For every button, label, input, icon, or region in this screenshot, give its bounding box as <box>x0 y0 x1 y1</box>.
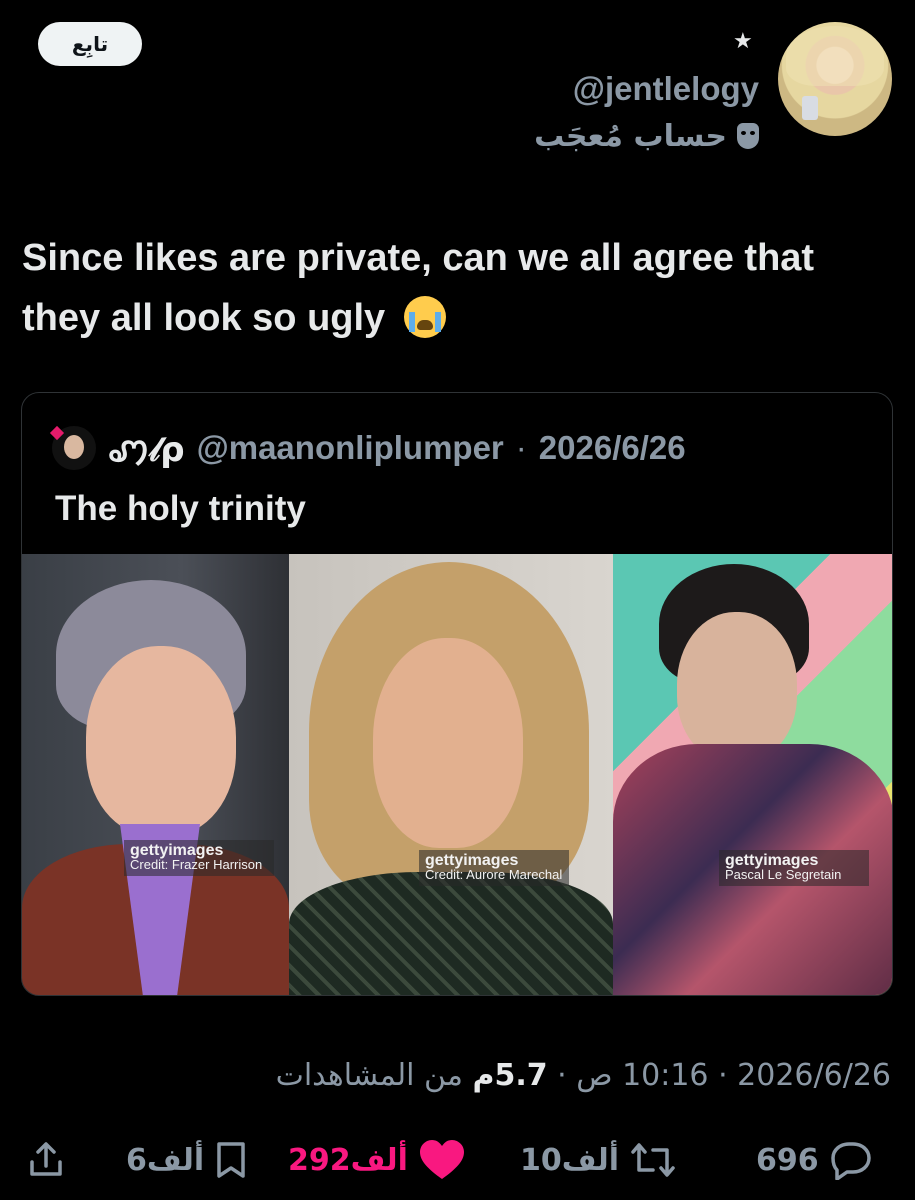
avatar-hair <box>786 26 884 86</box>
reply-icon <box>830 1142 871 1180</box>
quoted-display-name: ꩇ𝓁ρ <box>108 430 185 470</box>
avatar-face <box>64 435 84 459</box>
avatar-phone <box>802 96 818 120</box>
author-avatar[interactable] <box>778 22 892 136</box>
star-icon: ★ <box>733 28 753 53</box>
meta-date: 2026/6/26 <box>737 1058 891 1093</box>
tweet-meta: 2026/6/26 · 10:16 ص · 5.7م من المشاهدات <box>276 1058 891 1093</box>
sparkle-icon <box>49 425 65 441</box>
quoted-tweet[interactable]: ꩇ𝓁ρ @maanonliplumper · 2026/6/26 The hol… <box>21 392 893 996</box>
watermark: gettyimages Credit: Frazer Harrison <box>124 840 274 876</box>
crying-face-emoji <box>403 296 446 338</box>
quoted-tweet-header: ꩇ𝓁ρ @maanonliplumper · 2026/6/26 <box>49 423 686 473</box>
like-count: 292ألف <box>288 1142 408 1178</box>
retweet-count: 10ألف <box>520 1142 620 1178</box>
watermark-credit: Credit: Frazer Harrison <box>130 857 263 872</box>
photo-2[interactable]: gettyimages Credit: Aurore Marechal <box>289 554 613 995</box>
face <box>86 646 236 836</box>
account-label: حساب مُعجَب <box>534 116 759 156</box>
share-button[interactable] <box>26 1130 66 1190</box>
quoted-handle: @maanonliplumper <box>196 429 504 466</box>
photo-1[interactable]: gettyimages Credit: Frazer Harrison <box>22 554 289 995</box>
views-count: 5.7م <box>472 1058 548 1093</box>
separator-dot: · <box>515 429 527 466</box>
watermark: gettyimages Credit: Aurore Marechal <box>419 850 569 886</box>
photo-grid[interactable]: gettyimages Credit: Frazer Harrison getty… <box>22 554 892 995</box>
account-label-text: حساب مُعجَب <box>534 118 727 154</box>
quoted-text: The holy trinity <box>55 489 306 528</box>
watermark: gettyimages Pascal Le Segretain <box>719 850 869 886</box>
reply-button[interactable]: 696 <box>756 1130 873 1190</box>
shirt <box>289 872 613 995</box>
like-button[interactable]: 292ألف <box>288 1130 466 1190</box>
bookmark-button[interactable]: 6ألف <box>126 1130 248 1190</box>
bookmark-count: 6ألف <box>126 1142 205 1178</box>
quoted-date: 2026/6/26 <box>538 429 686 466</box>
meta-separator: · <box>557 1058 567 1093</box>
watermark-credit: Pascal Le Segretain <box>725 867 842 882</box>
quoted-avatar[interactable] <box>49 425 96 470</box>
retweet-icon <box>631 1143 675 1177</box>
follow-button[interactable]: تابِع <box>38 22 142 66</box>
views-label: من المشاهدات <box>275 1058 463 1093</box>
retweet-button[interactable]: 10ألف <box>520 1130 677 1190</box>
mask-icon <box>737 123 759 149</box>
bookmark-icon <box>217 1142 245 1178</box>
face <box>373 638 523 848</box>
meta-time: 10:16 ص <box>576 1058 709 1093</box>
photo-3[interactable]: gettyimages Pascal Le Segretain <box>613 554 892 995</box>
face <box>677 612 797 762</box>
heart-icon <box>419 1140 464 1179</box>
meta-separator: · <box>718 1058 728 1093</box>
tweet-text: Since likes are private, can we all agre… <box>22 228 892 348</box>
reply-count: 696 <box>756 1142 819 1178</box>
watermark-credit: Credit: Aurore Marechal <box>425 867 563 882</box>
action-bar: 696 10ألف 292ألف 6ألف <box>0 1130 915 1190</box>
author-handle[interactable]: @jentlelogy <box>573 70 759 108</box>
share-icon <box>30 1142 62 1176</box>
